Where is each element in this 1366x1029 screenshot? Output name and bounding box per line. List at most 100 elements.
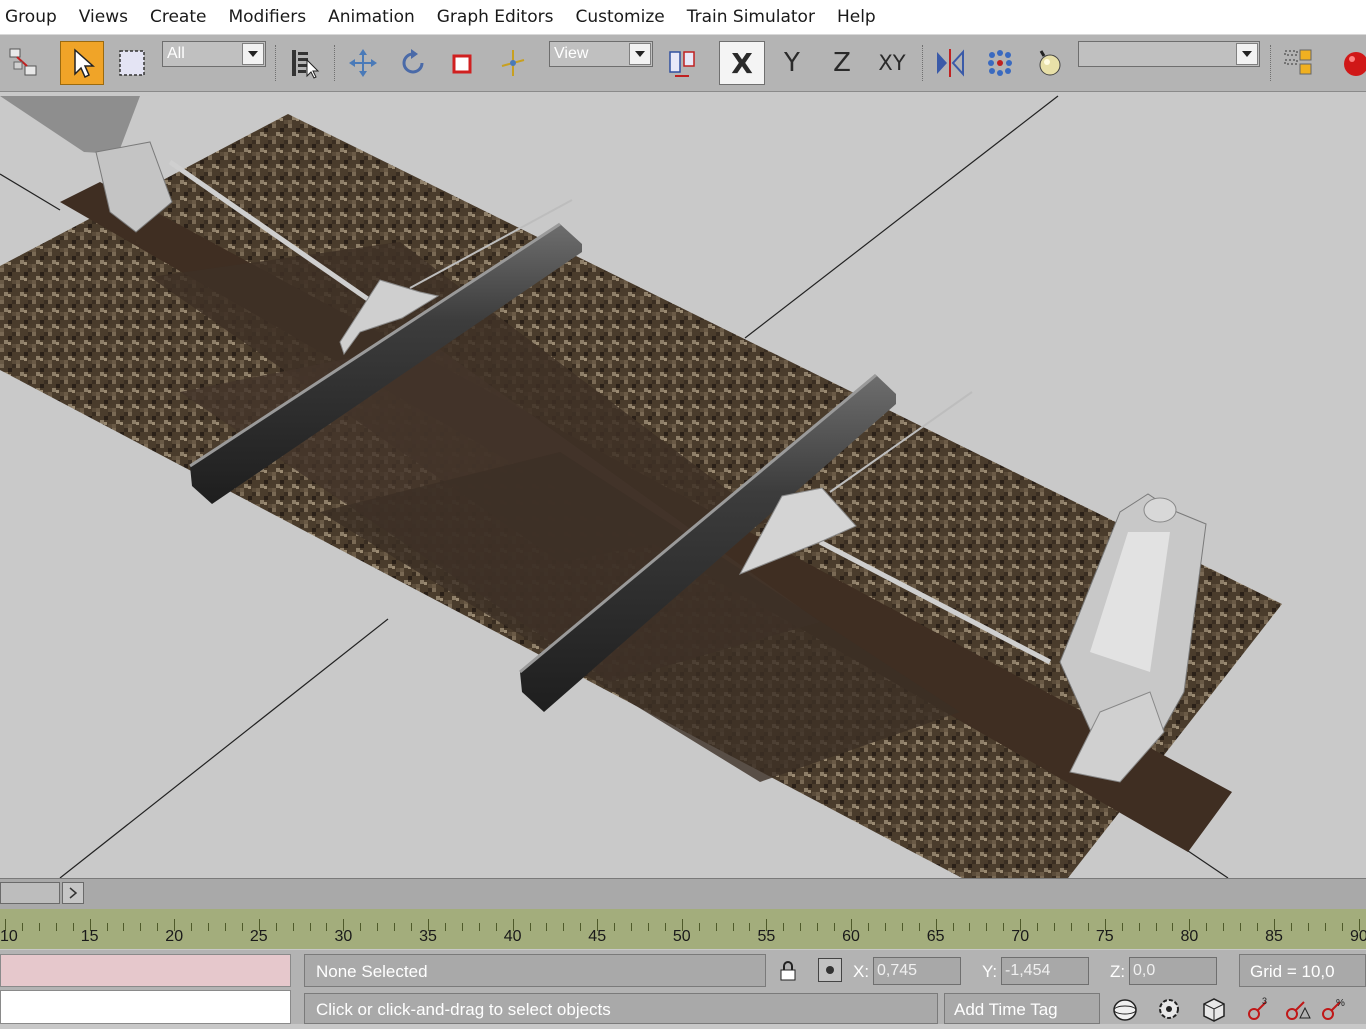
- y-coord-label: Y:: [982, 962, 998, 981]
- timeline-tick: [614, 923, 616, 931]
- link-icon[interactable]: [4, 41, 44, 85]
- add-time-tag-button[interactable]: Add Time Tag: [944, 993, 1100, 1024]
- menu-graph-editors[interactable]: Graph Editors: [426, 0, 565, 34]
- menu-customize[interactable]: Customize: [564, 0, 675, 34]
- menu-animation[interactable]: Animation: [317, 0, 426, 34]
- named-selection-dropdown[interactable]: [1078, 41, 1260, 67]
- y-coord-field[interactable]: -1,454: [1001, 957, 1089, 985]
- sphere-icon[interactable]: [1110, 996, 1140, 1029]
- timeline-tick-label: 80: [1180, 928, 1199, 945]
- selection-filter-dropdown[interactable]: All: [162, 41, 266, 67]
- z-coord-field[interactable]: 0,0: [1129, 957, 1217, 985]
- timeline-track[interactable]: 10 15 20 25 30 35 40 45 50 55 60 65 70 75 80 85 90: [0, 909, 1366, 949]
- mirror-icon[interactable]: [930, 41, 970, 85]
- light-bulb-icon[interactable]: [1030, 41, 1070, 85]
- axis-z-button[interactable]: Z: [820, 41, 864, 85]
- menu-help[interactable]: Help: [826, 0, 887, 34]
- prompt-text: Click or click-and-drag to select object…: [316, 1000, 611, 1019]
- timeline-tick: [918, 923, 920, 931]
- menu-train-simulator[interactable]: Train Simulator: [676, 0, 826, 34]
- select-object-button[interactable]: [60, 41, 104, 85]
- timeline-tick: [529, 923, 531, 931]
- timeline-tick: [140, 923, 142, 931]
- menu-group[interactable]: Group: [0, 0, 68, 34]
- timeline-tick: [326, 923, 328, 931]
- timeline-tick: [631, 923, 633, 931]
- timeline-tick: [1003, 923, 1005, 931]
- layer-manager-icon[interactable]: [1278, 41, 1318, 85]
- maxscript-input-field[interactable]: [0, 990, 291, 1024]
- selection-info-box: None Selected: [304, 954, 766, 987]
- far-lever-body[interactable]: [0, 96, 140, 154]
- timeline-tick: [901, 923, 903, 931]
- timeline-tick-label: 75: [1095, 928, 1114, 945]
- timeline-tick-label: 20: [165, 928, 184, 945]
- timeline-tick-label: 60: [842, 928, 860, 945]
- timeline-tick-label: 70: [1011, 928, 1030, 945]
- axis-y-button[interactable]: Y: [770, 41, 814, 85]
- maxscript-listener-field[interactable]: [0, 954, 291, 987]
- timeline-tick: [1341, 923, 1343, 931]
- axis-y-label: Y: [784, 48, 800, 78]
- reference-coord-dropdown[interactable]: View: [549, 41, 653, 67]
- lock-icon[interactable]: [776, 960, 800, 987]
- reference-coord-value: View: [554, 45, 589, 62]
- timeline-tick: [1206, 923, 1208, 931]
- timeline-tick: [224, 923, 226, 931]
- menu-views[interactable]: Views: [68, 0, 139, 34]
- timeline-tick: [394, 923, 396, 931]
- grid-line: [59, 618, 389, 878]
- grid-size-text: Grid = 10,0: [1250, 962, 1335, 981]
- timeline-tick: [952, 923, 954, 931]
- grid-line: [744, 95, 1059, 339]
- timeline-tick: [38, 923, 40, 931]
- chevron-down-icon: [629, 43, 651, 65]
- timeline-tick: [698, 923, 700, 931]
- perspective-viewport[interactable]: [0, 92, 1366, 878]
- timeline-tick: [1290, 923, 1292, 931]
- menu-modifiers[interactable]: Modifiers: [217, 0, 317, 34]
- timeline-tick: [664, 923, 666, 931]
- timeline-tick: [106, 923, 108, 931]
- time-slider-bar: [0, 878, 1366, 909]
- absolute-mode-icon[interactable]: [818, 958, 842, 982]
- pivot-center-icon[interactable]: [662, 41, 702, 85]
- timeline-tick: [241, 923, 243, 931]
- main-toolbar: All View X Y Z XY: [0, 35, 1366, 92]
- time-slider-next-button[interactable]: [62, 882, 84, 904]
- scene-canvas: [0, 95, 1282, 878]
- pivot-icon[interactable]: [493, 41, 533, 85]
- prompt-box: Click or click-and-drag to select object…: [304, 993, 938, 1024]
- selection-region-icon[interactable]: [112, 41, 152, 85]
- selection-filter-value: All: [167, 45, 185, 62]
- scale-icon[interactable]: [443, 41, 483, 85]
- timeline-tick: [292, 923, 294, 931]
- rotate-icon[interactable]: [393, 41, 433, 85]
- move-icon[interactable]: [343, 41, 383, 85]
- timeline-tick: [191, 923, 193, 931]
- timeline-tick-label: 85: [1265, 928, 1283, 945]
- teapot-icon[interactable]: [1336, 41, 1366, 85]
- timeline-tick: [360, 923, 362, 931]
- time-slider[interactable]: [0, 882, 60, 904]
- timeline-tick: [1054, 923, 1056, 931]
- menu-create[interactable]: Create: [139, 0, 218, 34]
- timeline-tick-label: 10: [0, 928, 18, 945]
- timeline-tick-label: 50: [672, 928, 691, 945]
- grid-size-box: Grid = 10,0: [1239, 954, 1366, 987]
- x-coord-field[interactable]: 0,745: [873, 957, 961, 985]
- svg-text:3: 3: [1262, 996, 1267, 1006]
- axis-xy-button[interactable]: XY: [869, 41, 915, 85]
- timeline-tick: [123, 923, 125, 931]
- timeline-tick: [55, 923, 57, 931]
- timeline-tick: [1223, 923, 1225, 931]
- timeline-tick: [461, 923, 463, 931]
- select-by-name-icon[interactable]: [284, 41, 324, 85]
- timeline-tick-label: 30: [334, 928, 353, 945]
- timeline-tick-label: 15: [80, 928, 99, 945]
- axis-x-button[interactable]: X: [719, 41, 765, 85]
- array-icon[interactable]: [980, 41, 1020, 85]
- timeline-tick: [783, 923, 785, 931]
- timeline-tick: [1257, 923, 1259, 931]
- timeline-tick: [1172, 923, 1174, 931]
